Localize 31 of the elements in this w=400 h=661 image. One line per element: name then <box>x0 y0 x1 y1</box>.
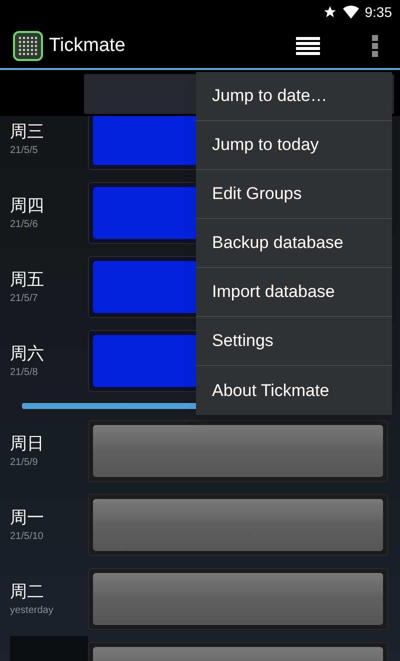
date-label: 21/5/9 <box>10 456 39 470</box>
weekday-label: 周二 <box>10 580 45 602</box>
menu-item[interactable]: Backup database <box>196 219 392 268</box>
menu-item[interactable]: Edit Groups <box>196 170 392 219</box>
overflow-menu-icon[interactable] <box>372 35 378 57</box>
date-label: 21/5/5 <box>10 144 39 158</box>
menu-item[interactable]: Jump to date… <box>196 72 392 121</box>
date-label: 21/5/8 <box>10 366 39 380</box>
weekday-label: 周三 <box>10 120 45 142</box>
clock: 9:35 <box>364 2 392 22</box>
date-label: 21/5/7 <box>10 292 39 306</box>
tick-toggle[interactable] <box>88 494 388 556</box>
wifi-icon <box>342 5 359 19</box>
tick-toggle[interactable] <box>88 568 388 630</box>
weekday-label: 周五 <box>10 268 45 290</box>
app-icon <box>13 31 43 61</box>
weekday-label: 周六 <box>10 342 45 364</box>
menu-item[interactable]: Import database <box>196 268 392 317</box>
menu-item[interactable]: About Tickmate <box>196 366 392 415</box>
star-icon <box>322 5 337 19</box>
weekday-label: 周四 <box>10 194 45 216</box>
date-label: 21/5/6 <box>10 218 39 232</box>
date-label: yesterday <box>10 604 54 618</box>
weekday-label: 周一 <box>10 506 45 528</box>
menu-item[interactable]: Settings <box>196 317 392 366</box>
tick-toggle[interactable] <box>88 420 388 482</box>
date-label: 21/5/10 <box>10 530 44 544</box>
app-title: Tickmate <box>49 34 126 58</box>
menu-item[interactable]: Jump to today <box>196 121 392 170</box>
weekday-label: 周日 <box>10 432 45 454</box>
list-icon[interactable] <box>296 36 320 56</box>
